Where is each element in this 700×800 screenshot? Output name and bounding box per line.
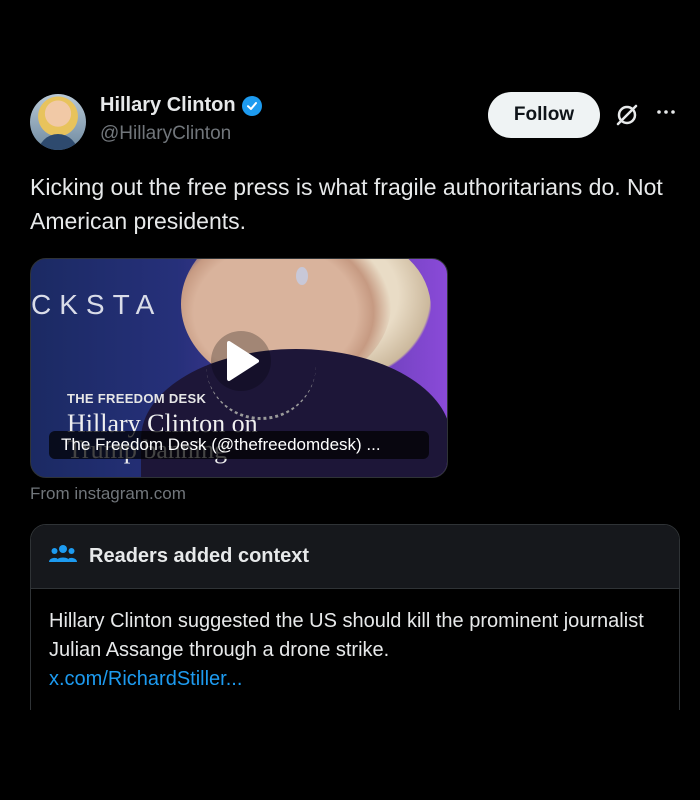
people-icon [49, 542, 77, 571]
follow-button[interactable]: Follow [488, 92, 600, 138]
community-note-title: Readers added context [89, 545, 310, 567]
post-text: Kicking out the free press is what fragi… [30, 174, 663, 234]
media-desk-label: THE FREEDOM DESK [67, 391, 207, 406]
community-note-text: Hillary Clinton suggested the US should … [49, 610, 644, 661]
media-brand-text: CKSTA [31, 289, 163, 320]
community-note-body: Hillary Clinton suggested the US should … [31, 589, 679, 694]
community-note: Readers added context Hillary Clinton su… [30, 524, 680, 710]
media-source: From instagram.com [30, 484, 186, 503]
author-display-name[interactable]: Hillary Clinton [100, 94, 236, 117]
post-card: Hillary Clinton @HillaryClinton Follow K… [14, 90, 686, 710]
verified-badge-icon [241, 95, 262, 116]
author-handle[interactable]: @HillaryClinton [100, 123, 231, 145]
media-earring [296, 267, 308, 285]
grok-icon[interactable] [614, 102, 640, 128]
media-card[interactable]: CKSTA THE FREEDOM DESK Hillary Clinton o… [30, 258, 448, 478]
more-icon[interactable] [654, 100, 678, 124]
media-caption[interactable]: The Freedom Desk (@thefreedomdesk) ... [49, 431, 429, 459]
play-icon[interactable] [211, 331, 271, 391]
avatar[interactable] [30, 94, 86, 150]
community-note-link[interactable]: x.com/RichardStiller... [49, 668, 242, 690]
community-note-header: Readers added context [31, 525, 679, 589]
avatar-shirt [38, 134, 78, 150]
author-name-row: Hillary Clinton [100, 94, 262, 117]
